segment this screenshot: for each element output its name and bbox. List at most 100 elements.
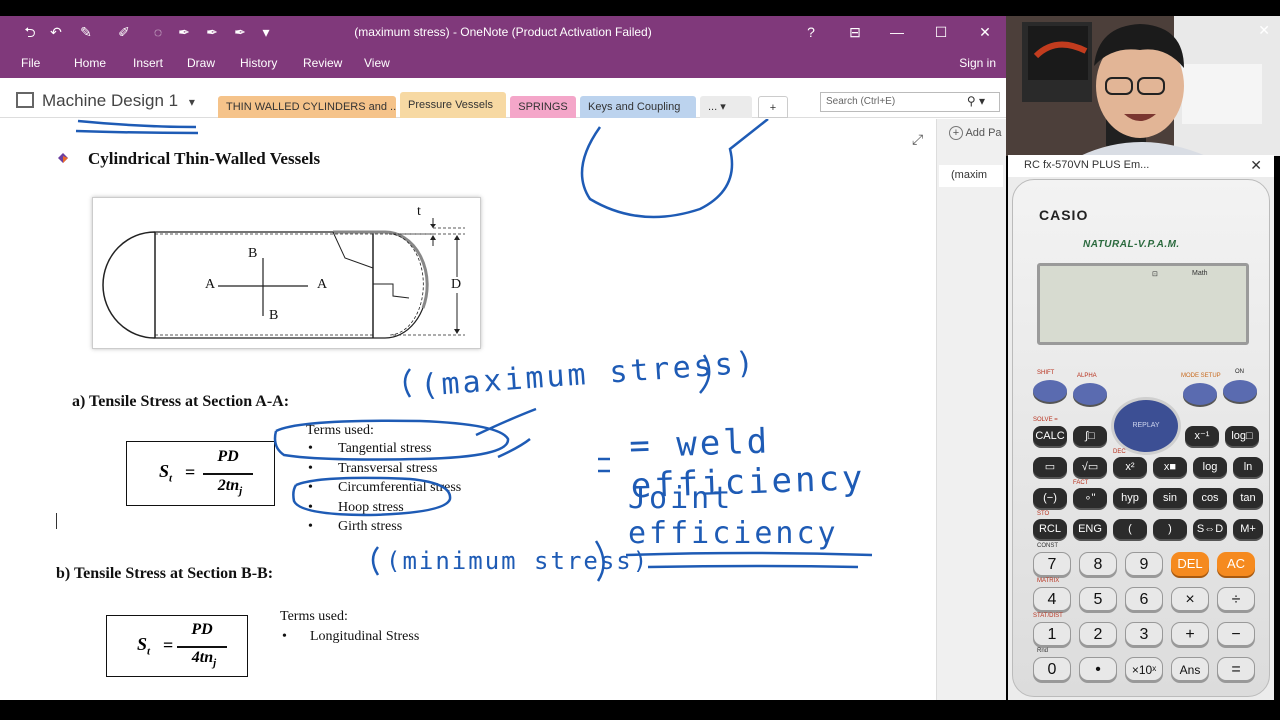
key-hyp[interactable]: hyp xyxy=(1113,488,1147,508)
key-power[interactable]: x■ xyxy=(1153,457,1187,477)
close-button[interactable]: ✕ xyxy=(970,20,1000,44)
shift-key[interactable] xyxy=(1033,380,1067,402)
label-row7: Rnd xyxy=(1037,648,1049,654)
section-tab-keys-coupling[interactable]: Keys and Coupling xyxy=(580,96,696,118)
tab-file[interactable]: File xyxy=(21,56,40,70)
key-1[interactable]: 1 xyxy=(1033,622,1071,646)
key-5[interactable]: 5 xyxy=(1079,587,1117,611)
label-on: ON xyxy=(1235,369,1244,375)
key-square[interactable]: x² xyxy=(1113,457,1147,477)
minimize-button[interactable]: — xyxy=(882,20,912,44)
key-minus[interactable]: − xyxy=(1217,622,1255,646)
notebook-bar: Machine Design 1 ▾ THIN WALLED CYLINDERS… xyxy=(0,78,1006,118)
label-row2: FACT xyxy=(1073,480,1089,486)
onenote-window: ⮌ ↶ ✎ ✐ ◌ ✒ ✒ ✒ ▾ (maximum stress) - One… xyxy=(0,16,1006,700)
title-bar: ⮌ ↶ ✎ ✐ ◌ ✒ ✒ ✒ ▾ (maximum stress) - One… xyxy=(0,16,1006,48)
calculator-title: RC fx-570VN PLUS Em... xyxy=(1024,159,1150,171)
key-ac[interactable]: AC xyxy=(1217,552,1255,576)
key-7[interactable]: 7 xyxy=(1033,552,1071,576)
calculator-body: CASIO NATURAL-V.P.A.M. ⊡ Math SHIFT ALPH… xyxy=(1012,179,1270,697)
notebook-selector[interactable]: Machine Design 1 ▾ xyxy=(16,91,195,111)
key-ans[interactable]: Ans xyxy=(1171,657,1209,681)
section-tab-springs[interactable]: SPRINGS xyxy=(510,96,576,118)
tab-insert[interactable]: Insert xyxy=(133,56,163,70)
key-sqrt[interactable]: √▭ xyxy=(1073,457,1107,477)
key-divide[interactable]: ÷ xyxy=(1217,587,1255,611)
key-plus[interactable]: + xyxy=(1171,622,1209,646)
key-3[interactable]: 3 xyxy=(1125,622,1163,646)
webcam-feed: ✕ xyxy=(1006,16,1280,156)
search-box[interactable]: Search (Ctrl+E) ⚲ ▾ xyxy=(820,92,1000,112)
tab-history[interactable]: History xyxy=(240,56,277,70)
desktop: ⮌ ↶ ✎ ✐ ◌ ✒ ✒ ✒ ▾ (maximum stress) - One… xyxy=(0,0,1280,720)
label-row0: SOLVE = xyxy=(1033,417,1058,423)
key-calc[interactable]: CALC xyxy=(1033,426,1067,446)
key-del[interactable]: DEL xyxy=(1171,552,1209,576)
alpha-key[interactable] xyxy=(1073,383,1107,405)
calculator-close-button[interactable]: ✕ xyxy=(1250,157,1262,174)
more-sections-button[interactable]: ... ▾ xyxy=(700,96,752,118)
key-rcl[interactable]: RCL xyxy=(1033,519,1067,539)
calculator-display: ⊡ Math xyxy=(1037,263,1249,345)
mode-key[interactable] xyxy=(1183,383,1217,405)
key-log-base[interactable]: log□ xyxy=(1225,426,1259,446)
tab-review[interactable]: Review xyxy=(303,56,342,70)
key-2[interactable]: 2 xyxy=(1079,622,1117,646)
label-alpha: ALPHA xyxy=(1077,373,1097,379)
expand-icon[interactable]: ⤢ xyxy=(912,131,923,148)
help-button[interactable]: ? xyxy=(796,20,826,44)
section-tab-pressure-vessels[interactable]: Pressure Vessels xyxy=(400,92,506,118)
key-multiply[interactable]: × xyxy=(1171,587,1209,611)
key-open-paren[interactable]: ( xyxy=(1113,519,1147,539)
tab-draw[interactable]: Draw xyxy=(187,56,215,70)
webcam-close-icon[interactable]: ✕ xyxy=(1258,22,1270,39)
on-key[interactable] xyxy=(1223,380,1257,402)
label-row4: CONST xyxy=(1037,543,1058,549)
key-4[interactable]: 4 xyxy=(1033,587,1071,611)
key-eng[interactable]: ENG xyxy=(1073,519,1107,539)
more-sections-label: ... xyxy=(708,101,718,113)
replay-pad[interactable]: REPLAY xyxy=(1111,397,1181,455)
calculator-model-tag: NATURAL-V.P.A.M. xyxy=(1083,239,1180,250)
label-row5: MATRIX xyxy=(1037,578,1060,584)
replay-label: REPLAY xyxy=(1132,422,1160,429)
ribbon-display-button[interactable]: ⊟ xyxy=(840,20,870,44)
key-exp10[interactable]: ×10ˣ xyxy=(1125,657,1163,681)
label-row6: STAT/DIST xyxy=(1033,613,1063,619)
key-integral[interactable]: ∫□ xyxy=(1073,426,1107,446)
key-equals[interactable]: = xyxy=(1217,657,1255,681)
key-0[interactable]: 0 xyxy=(1033,657,1071,681)
key-9[interactable]: 9 xyxy=(1125,552,1163,576)
key-sin[interactable]: sin xyxy=(1153,488,1187,508)
sign-in-link[interactable]: Sign in xyxy=(959,56,996,70)
maximize-button[interactable]: ☐ xyxy=(926,20,956,44)
key-8[interactable]: 8 xyxy=(1079,552,1117,576)
page-canvas[interactable]: Cylindrical Thin-Walled Vessels B B A A … xyxy=(0,119,936,700)
key-fraction[interactable]: ▭ xyxy=(1033,457,1067,477)
key-6[interactable]: 6 xyxy=(1125,587,1163,611)
calculator-window: RC fx-570VN PLUS Em... ✕ CASIO NATURAL-V… xyxy=(1008,155,1274,700)
webcam-image xyxy=(1006,16,1280,156)
key-tan[interactable]: tan xyxy=(1233,488,1263,508)
lcd-indicator: ⊡ xyxy=(1152,271,1158,278)
add-section-button[interactable]: + xyxy=(758,96,788,118)
search-icon[interactable]: ⚲ ▾ xyxy=(967,94,985,108)
tab-view[interactable]: View xyxy=(364,56,390,70)
tab-home[interactable]: Home xyxy=(74,56,106,70)
section-tab-thin-walled[interactable]: THIN WALLED CYLINDERS and ... xyxy=(218,96,396,118)
key-cos[interactable]: cos xyxy=(1193,488,1227,508)
calculator-brand: CASIO xyxy=(1039,207,1089,223)
key-log[interactable]: log xyxy=(1193,457,1227,477)
add-page-button[interactable]: + Add Pa xyxy=(949,126,1002,140)
key-m-plus[interactable]: M+ xyxy=(1233,519,1263,539)
key-s-d[interactable]: S⇔D xyxy=(1193,519,1227,539)
key-ln[interactable]: ln xyxy=(1233,457,1263,477)
chevron-down-icon: ▾ xyxy=(188,95,195,109)
key-close-paren[interactable]: ) xyxy=(1153,519,1187,539)
key-inverse[interactable]: x⁻¹ xyxy=(1185,426,1219,446)
key-negative[interactable]: (−) xyxy=(1033,488,1067,508)
page-entry-maximum-stress[interactable]: (maxim xyxy=(939,165,1003,187)
search-placeholder: Search (Ctrl+E) xyxy=(826,96,896,107)
key-degree[interactable]: ∘'' xyxy=(1073,488,1107,508)
key-decimal[interactable]: • xyxy=(1079,657,1117,681)
